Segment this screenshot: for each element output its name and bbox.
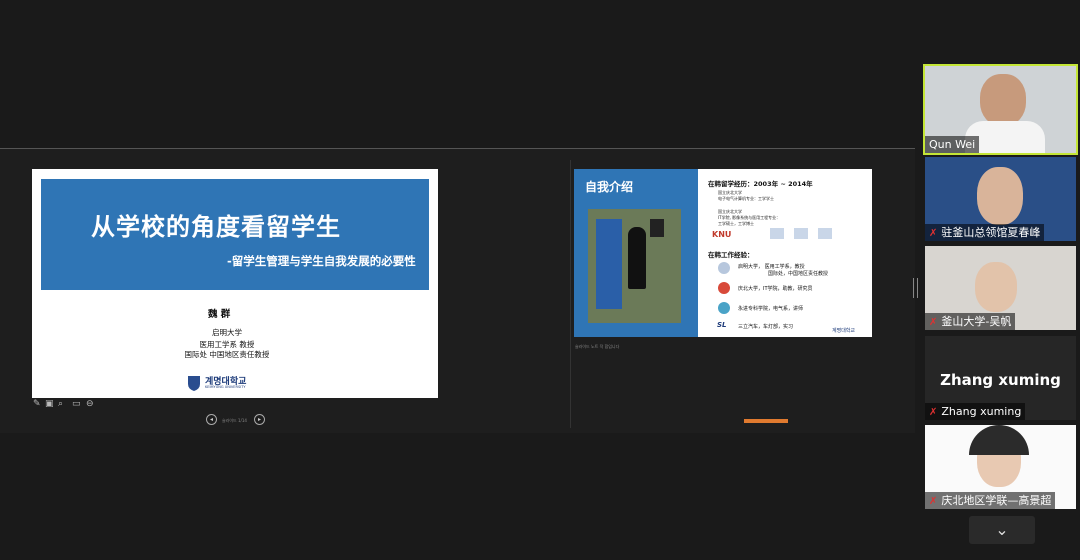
chevron-down-icon[interactable]: ⌄ bbox=[969, 516, 1035, 544]
emblem-icon bbox=[818, 228, 832, 239]
participant-tile[interactable]: ✗ 庆北地区学联—高景超 bbox=[925, 425, 1076, 509]
knu-seal-icon bbox=[718, 282, 730, 294]
participant-hair bbox=[969, 425, 1029, 455]
presentation-slide-next: 自我介绍 在韩留学经历：2003年 ~ 2014年 国立庆北大学 电子电气计算机… bbox=[574, 169, 872, 337]
mic-muted-icon: ✗ bbox=[929, 496, 938, 507]
mic-muted-icon: ✗ bbox=[929, 317, 938, 328]
job-item: 永进专科学院，电气系，讲师 bbox=[738, 306, 804, 312]
participant-tile[interactable]: ✗ 驻釜山总领馆夏春峰 bbox=[925, 157, 1076, 241]
logo-subtext: KEIMYUNG UNIVERSITY bbox=[205, 385, 246, 389]
panel-resize-handle[interactable] bbox=[913, 278, 918, 298]
share-top-border bbox=[0, 148, 915, 149]
slide-next-title: 自我介绍 bbox=[585, 180, 634, 194]
person-figure bbox=[628, 227, 646, 289]
slide-footer-logo: 계명대학교 bbox=[832, 328, 856, 334]
shield-icon bbox=[188, 376, 200, 391]
slide-title: 从学校的角度看留学生 bbox=[91, 213, 341, 241]
participant-name: Qun Wei bbox=[925, 136, 980, 153]
participant-namebar: ✗ 庆北地区学联—高景超 bbox=[925, 492, 1056, 509]
previous-slide-button[interactable]: ◂ bbox=[206, 414, 217, 425]
participant-tile[interactable]: ✗ 釜山大学-吴帆 bbox=[925, 246, 1076, 330]
banner-stand bbox=[596, 219, 622, 309]
share-top-divider bbox=[0, 148, 915, 159]
presenter-name: 魏 群 bbox=[208, 309, 231, 320]
university-logo: 계명대학교 KEIMYUNG UNIVERSITY bbox=[187, 374, 267, 392]
participant-namebar: ✗ Zhang xuming bbox=[925, 403, 1026, 420]
recording-indicator bbox=[744, 419, 788, 423]
yeungjin-seal-icon bbox=[718, 302, 730, 314]
presentation-slide-main: 从学校的角度看留学生 -留学生管理与学生自我发展的必要性 魏 群 启明大学 医用… bbox=[32, 169, 438, 398]
slide-title-banner: 从学校的角度看留学生 -留学生管理与学生自我发展的必要性 bbox=[41, 179, 429, 290]
zoom-icon[interactable]: ⌕ bbox=[58, 399, 63, 409]
knu-logo: KNU bbox=[712, 230, 732, 239]
keimyung-seal-icon bbox=[718, 262, 730, 274]
participant-tile[interactable]: Zhang xuming ✗ Zhang xuming bbox=[925, 336, 1076, 420]
presenter-photo bbox=[588, 209, 681, 323]
sl-logo: SL bbox=[717, 321, 727, 329]
participant-face bbox=[977, 167, 1023, 225]
participant-face bbox=[975, 262, 1017, 312]
emblem-icon bbox=[770, 228, 784, 239]
next-slide-button[interactable]: ▸ bbox=[254, 414, 265, 425]
participant-name: 釜山大学-吴帆 bbox=[941, 315, 1012, 328]
screen-icon[interactable]: ▭ bbox=[72, 399, 81, 409]
slide-side-panel: 自我介绍 bbox=[574, 169, 698, 337]
pen-tool-icon[interactable]: ✎ bbox=[33, 399, 41, 409]
participant-namebar: ✗ 驻釜山总领馆夏春峰 bbox=[925, 224, 1045, 241]
job-item: 启明大学， 医用工学系，教授 bbox=[738, 264, 805, 270]
job-item: 庆北大学，IT学院，助教，研究员 bbox=[738, 286, 813, 292]
slide-subtitle: -留学生管理与学生自我发展的必要性 bbox=[227, 254, 416, 268]
participant-avatar-text: Zhang xuming bbox=[940, 371, 1061, 389]
participant-name: Zhang xuming bbox=[941, 405, 1022, 418]
affiliation-line-3: 国际处 中国地区责任教授 bbox=[184, 350, 270, 359]
panel-divider bbox=[570, 160, 571, 428]
mic-muted-icon: ✗ bbox=[929, 228, 938, 239]
section-study-abroad: 在韩留学经历：2003年 ~ 2014年 bbox=[708, 180, 813, 188]
job-item: 三立汽车，车灯部，实习 bbox=[738, 324, 794, 330]
affiliation-line-1: 启明大学 bbox=[212, 328, 242, 337]
slide-notes-text: 슬라이드 노트 작 합입니다 bbox=[575, 344, 620, 349]
highlighter-icon[interactable]: ▣ bbox=[45, 399, 54, 409]
edu-item-2c: 工学硕士，工学博士 bbox=[718, 221, 754, 226]
mic-muted-icon: ✗ bbox=[929, 407, 938, 418]
section-work-experience: 在韩工作经验： bbox=[708, 251, 754, 259]
more-icon[interactable]: ⊖ bbox=[86, 399, 94, 409]
participant-tile-active[interactable]: Qun Wei bbox=[923, 64, 1078, 155]
participant-name: 庆北地区学联—高景超 bbox=[941, 494, 1052, 507]
job-item: 国际处，中国地区责任教授 bbox=[768, 271, 829, 277]
tripod-camera bbox=[650, 219, 664, 237]
edu-item-1b: 电子电气计算机专业：工学学士 bbox=[718, 196, 774, 201]
participant-face bbox=[980, 74, 1026, 126]
participant-namebar: ✗ 釜山大学-吴帆 bbox=[925, 313, 1016, 330]
emblem-icon bbox=[794, 228, 808, 239]
slide-page-indicator: 슬라이드 1/14 bbox=[222, 418, 247, 423]
participant-name: 驻釜山总领馆夏春峰 bbox=[941, 226, 1041, 239]
